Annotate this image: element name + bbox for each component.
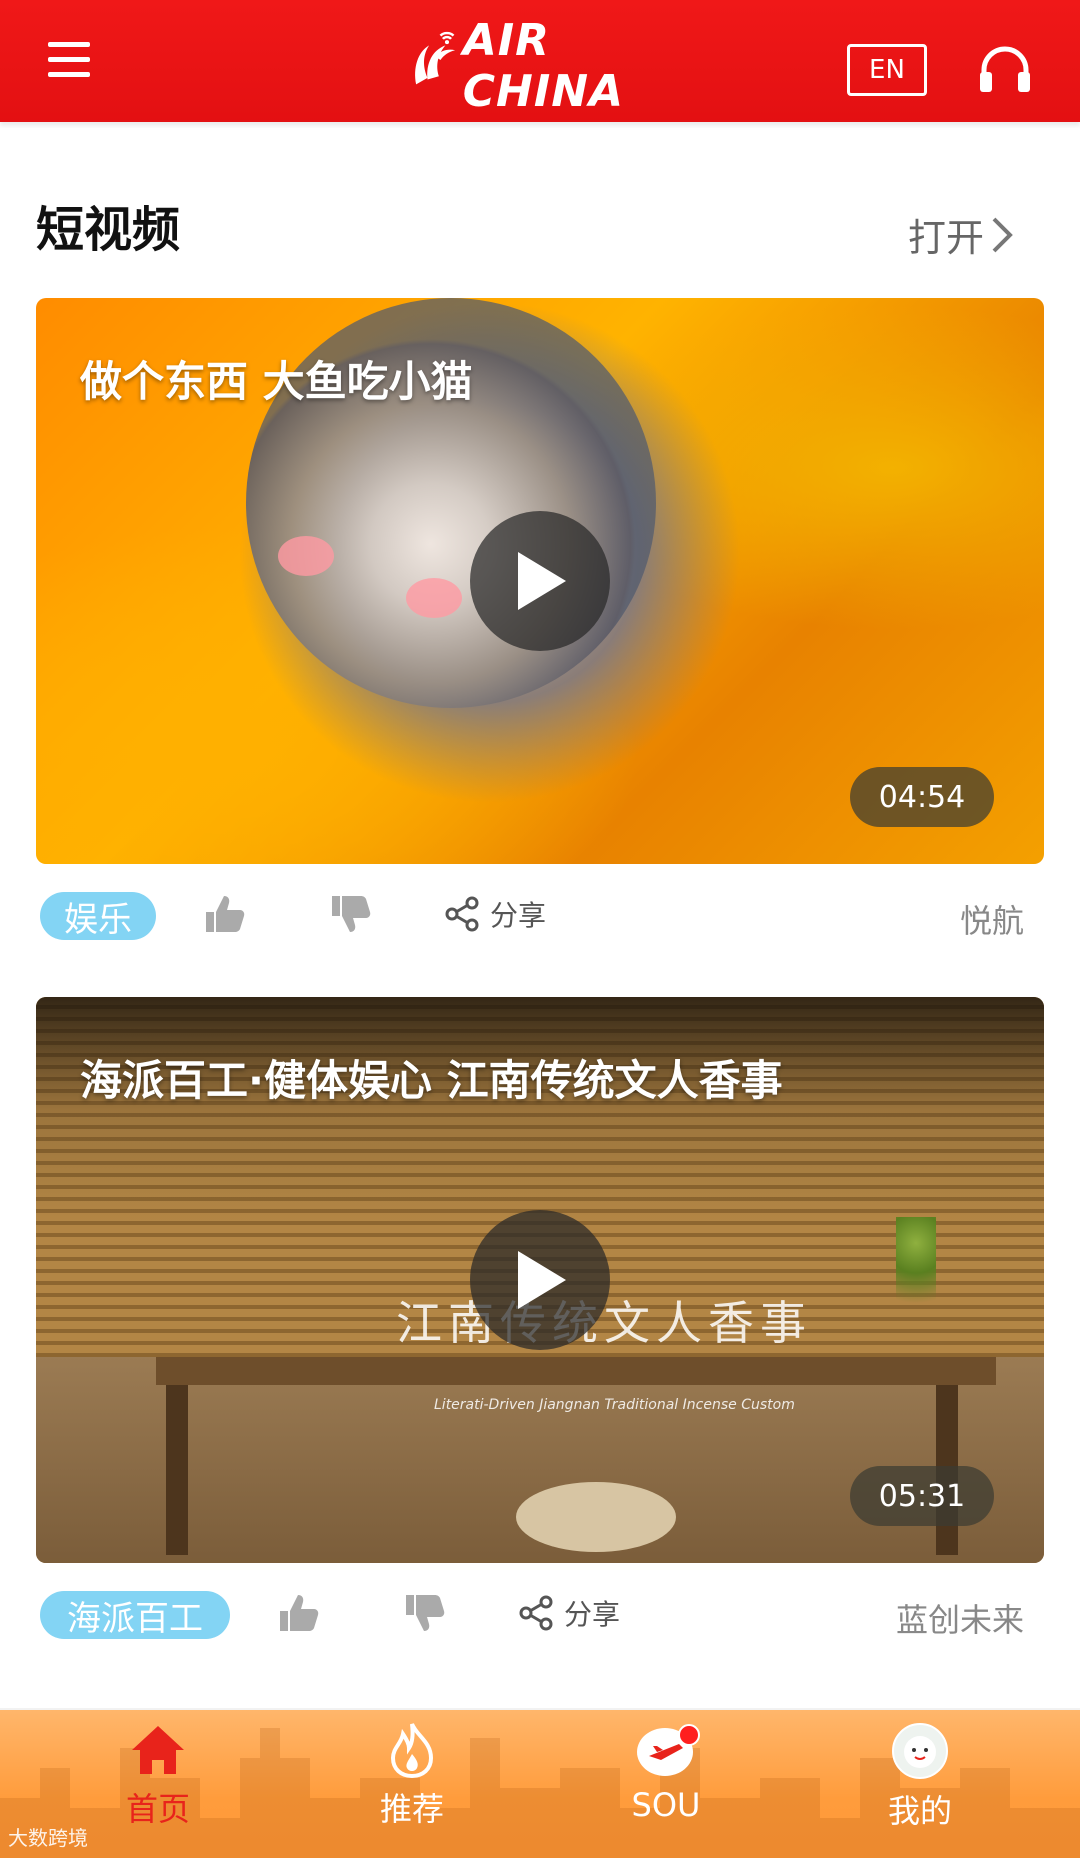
nav-label-home: 首页 xyxy=(125,1790,190,1828)
share-button[interactable]: 分享 xyxy=(444,892,546,936)
top-header: AIR CHINA EN xyxy=(0,0,1080,122)
share-label: 分享 xyxy=(564,1598,621,1631)
thumbnail-detail xyxy=(278,536,334,576)
notification-badge xyxy=(678,1724,700,1746)
play-button[interactable] xyxy=(470,1210,610,1350)
share-button[interactable]: 分享 xyxy=(518,1591,620,1635)
thumbs-up-icon[interactable] xyxy=(202,892,246,936)
air-china-logo[interactable]: AIR CHINA xyxy=(408,15,678,117)
thumbnail-detail xyxy=(896,1217,936,1347)
watermark-text: 大数跨境 xyxy=(8,1826,88,1850)
menu-button[interactable] xyxy=(48,40,94,80)
bottom-navigation: 首页 推荐 SOU 我的 xyxy=(0,1708,1080,1858)
brand-name: AIR CHINA xyxy=(462,15,625,117)
video-source: 悦航 xyxy=(959,902,1024,940)
headphones-icon[interactable] xyxy=(978,44,1032,94)
avatar-icon xyxy=(892,1723,948,1779)
share-icon xyxy=(445,896,479,932)
thumbs-down-icon[interactable] xyxy=(328,892,372,936)
flame-icon xyxy=(390,1723,434,1778)
video-duration: 04:54 xyxy=(850,767,994,827)
share-label: 分享 xyxy=(490,899,547,932)
open-more-link[interactable]: 打开 xyxy=(908,207,1014,262)
thumbnail-detail xyxy=(406,578,462,618)
video-actions: 娱乐 分享 悦航 xyxy=(36,884,1044,944)
nav-item-profile[interactable]: 我的 xyxy=(850,1722,990,1852)
video-duration: 05:31 xyxy=(850,1466,994,1526)
menu-icon-bar xyxy=(48,72,90,77)
category-tag[interactable]: 海派百工 xyxy=(40,1591,230,1639)
phoenix-logo-icon xyxy=(415,31,456,85)
thumbnail-detail xyxy=(156,1357,996,1385)
nav-label-profile: 我的 xyxy=(887,1792,952,1830)
nav-item-home[interactable]: 首页 xyxy=(88,1722,228,1852)
video-title: 做个东西 大鱼吃小猫 xyxy=(80,357,473,406)
nav-item-recommend[interactable]: 推荐 xyxy=(342,1722,482,1852)
menu-icon-bar xyxy=(48,57,90,62)
video-title: 海派百工·健体娱心 江南传统文人香事 xyxy=(80,1056,783,1105)
video-card[interactable]: 做个东西 大鱼吃小猫 04:54 xyxy=(36,298,1044,864)
chevron-right-icon xyxy=(992,217,1013,252)
nav-label-sou: SOU xyxy=(631,1786,701,1824)
video-card[interactable]: 江南传统文人香事 Literati-Driven Jiangnan Tradit… xyxy=(36,997,1044,1563)
thumbs-down-icon[interactable] xyxy=(402,1591,446,1635)
category-tag[interactable]: 娱乐 xyxy=(40,892,156,940)
thumbs-up-icon[interactable] xyxy=(276,1591,320,1635)
nav-item-sou[interactable]: SOU xyxy=(596,1722,736,1852)
play-button[interactable] xyxy=(470,511,610,651)
thumbnail-overlay-subtitle: Literati-Driven Jiangnan Traditional Inc… xyxy=(434,1397,795,1413)
menu-icon-bar xyxy=(48,42,90,47)
language-toggle-button[interactable]: EN xyxy=(847,44,927,96)
open-more-label: 打开 xyxy=(908,216,985,260)
video-source: 蓝创未来 xyxy=(895,1601,1024,1639)
share-icon xyxy=(519,1595,553,1631)
home-icon xyxy=(132,1726,184,1774)
video-actions: 海派百工 分享 蓝创未来 xyxy=(36,1583,1044,1643)
play-icon xyxy=(518,552,566,610)
section-title: 短视频 xyxy=(36,202,181,258)
nav-label-recommend: 推荐 xyxy=(379,1790,444,1828)
thumbnail-detail xyxy=(166,1385,188,1555)
play-icon xyxy=(518,1251,566,1309)
thumbnail-detail xyxy=(516,1482,676,1552)
